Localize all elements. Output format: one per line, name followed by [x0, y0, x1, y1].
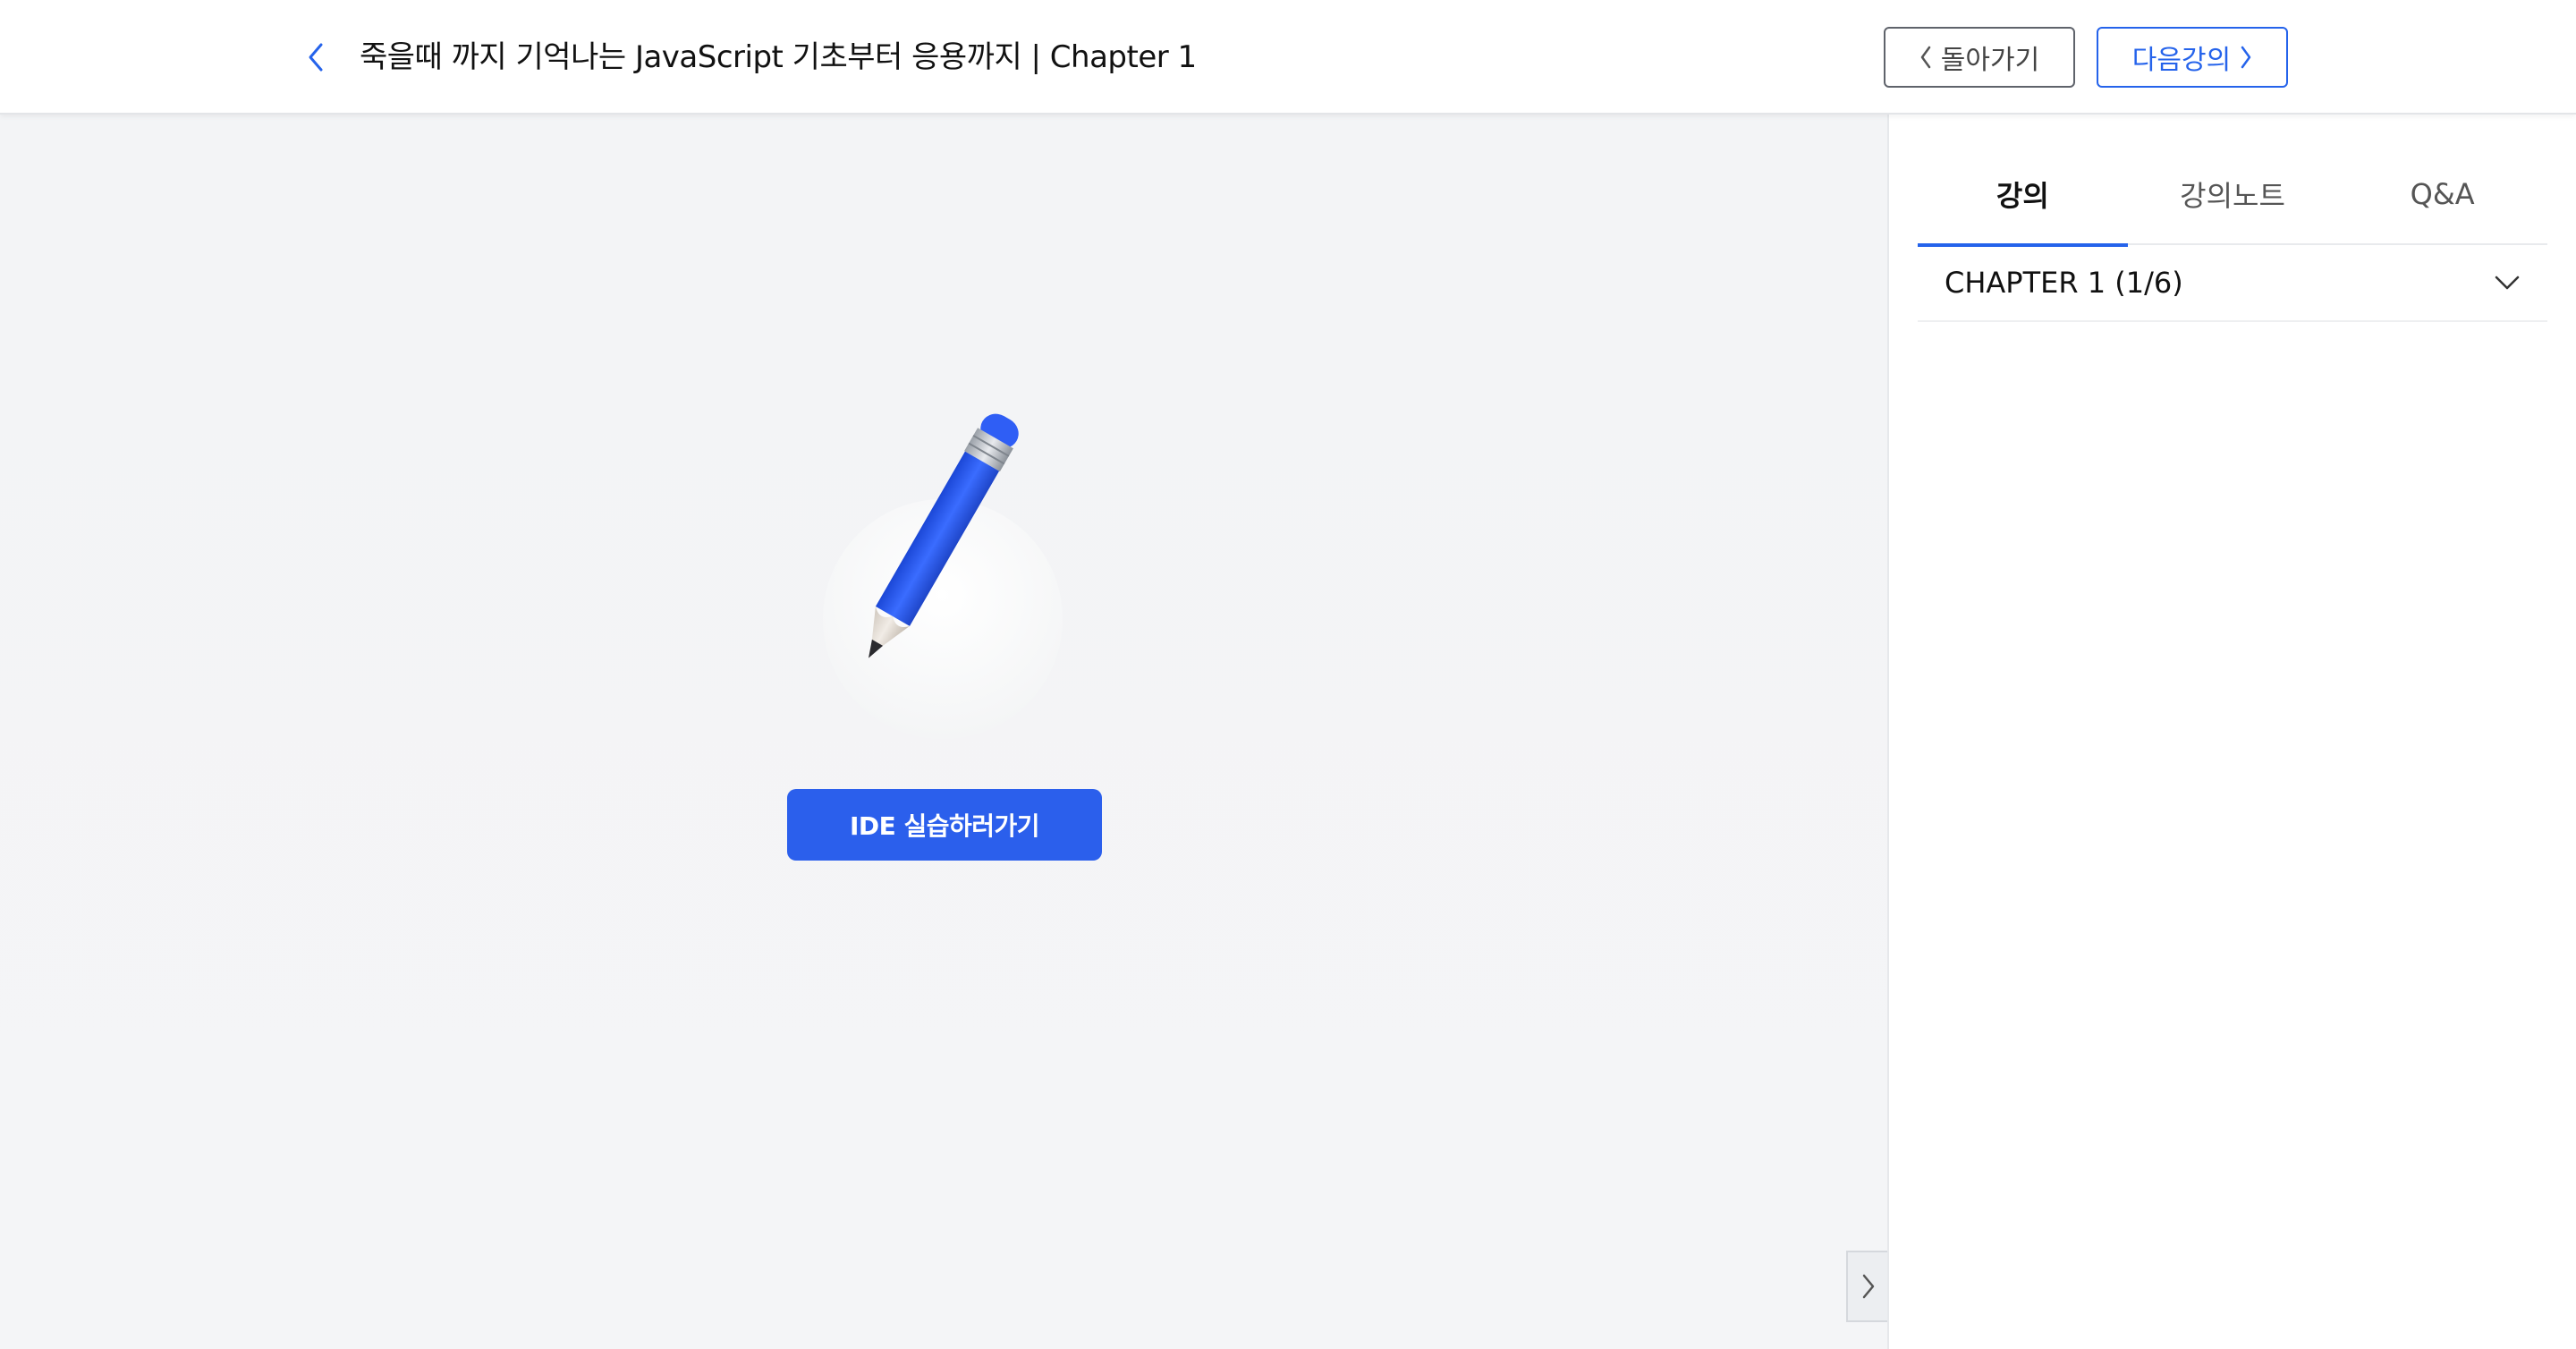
back-chevron-icon[interactable]: [301, 39, 331, 75]
lecture-sidebar: 강의 강의노트 Q&A CHAPTER 1 (1/6): [1887, 115, 2576, 1349]
chapter-accordion[interactable]: CHAPTER 1 (1/6): [1918, 245, 2547, 322]
back-button[interactable]: 돌아가기: [1884, 27, 2075, 88]
ide-practice-button[interactable]: IDE 실습하러가기: [787, 789, 1102, 861]
chevron-down-icon: [2495, 276, 2520, 290]
tab-qna[interactable]: Q&A: [2337, 143, 2547, 245]
top-header: 죽을때 까지 기억나는 JavaScript 기초부터 응용까지 | Chapt…: [0, 0, 2576, 115]
tab-lecture[interactable]: 강의: [1918, 143, 2128, 247]
chevron-right-icon: [2241, 46, 2251, 69]
pencil-icon: [823, 331, 1073, 742]
sidebar-tabs: 강의 강의노트 Q&A: [1918, 143, 2547, 247]
collapse-panel-button[interactable]: [1846, 1251, 1889, 1322]
back-button-label: 돌아가기: [1940, 45, 2040, 76]
tab-lecture-notes[interactable]: 강의노트: [2128, 143, 2338, 245]
next-lecture-label: 다음강의: [2131, 45, 2232, 76]
main-content: IDE 실습하러가기: [0, 116, 1889, 1349]
chevron-right-icon: [1862, 1274, 1875, 1299]
chapter-label: CHAPTER 1 (1/6): [1945, 266, 2183, 300]
course-title: 죽을때 까지 기억나는 JavaScript 기초부터 응용까지 | Chapt…: [360, 39, 1197, 75]
next-lecture-button[interactable]: 다음강의: [2097, 27, 2288, 88]
chevron-left-icon: [1920, 46, 1931, 69]
